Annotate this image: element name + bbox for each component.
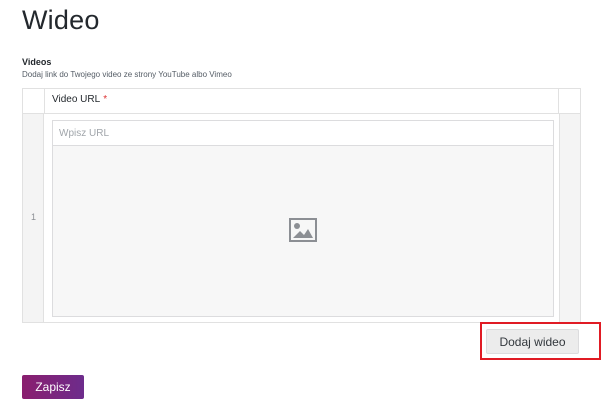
video-preview-box [52,146,554,317]
field-label: Videos [22,57,52,67]
column-title-text: Video URL [52,94,101,105]
header-order-cell [23,89,45,113]
column-title-video-url: Video URL * [52,94,107,105]
video-repeater-table: Video URL * 1 [22,88,581,323]
header-remove-cell [558,89,580,113]
repeater-header: Video URL * [23,89,580,114]
save-button[interactable]: Zapisz [22,375,84,399]
field-description: Dodaj link do Twojego video ze strony Yo… [22,70,232,79]
image-placeholder-icon [289,218,317,242]
add-video-button[interactable]: Dodaj wideo [486,329,579,354]
row-number: 1 [30,212,36,222]
page-title: Wideo [22,5,100,35]
required-marker: * [103,94,108,105]
video-settings-page: Wideo Videos Dodaj link do Twojego video… [0,0,604,413]
row-drag-handle[interactable]: 1 [23,114,44,322]
video-url-input[interactable] [52,120,554,146]
row-remove-cell [559,114,580,322]
repeater-row: 1 [23,114,580,322]
